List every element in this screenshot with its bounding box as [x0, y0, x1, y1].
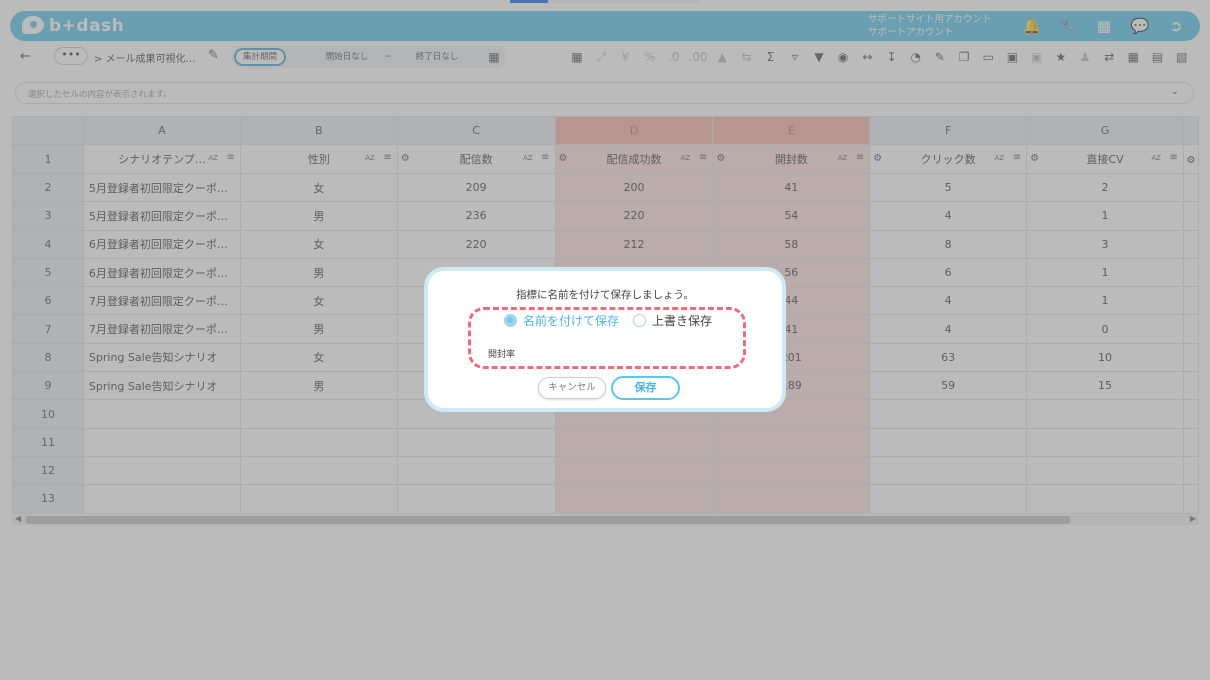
dialog-title: 指標に名前を付けて保存しましょう。	[516, 289, 694, 301]
radio-overwrite-label[interactable]: 上書き保存	[652, 312, 712, 329]
save-metric-dialog: 指標に名前を付けて保存しましょう。 名前を付けて保存 上書き保存 キャンセル 保…	[424, 267, 786, 412]
radio-save-as[interactable]	[504, 314, 517, 327]
save-mode-options: 名前を付けて保存 上書き保存	[504, 312, 712, 329]
cancel-button[interactable]: キャンセル	[538, 377, 606, 399]
radio-overwrite[interactable]	[633, 314, 647, 327]
save-button[interactable]: 保存	[611, 376, 680, 400]
radio-save-as-label[interactable]: 名前を付けて保存	[523, 312, 619, 329]
metric-name-input[interactable]	[488, 345, 728, 361]
